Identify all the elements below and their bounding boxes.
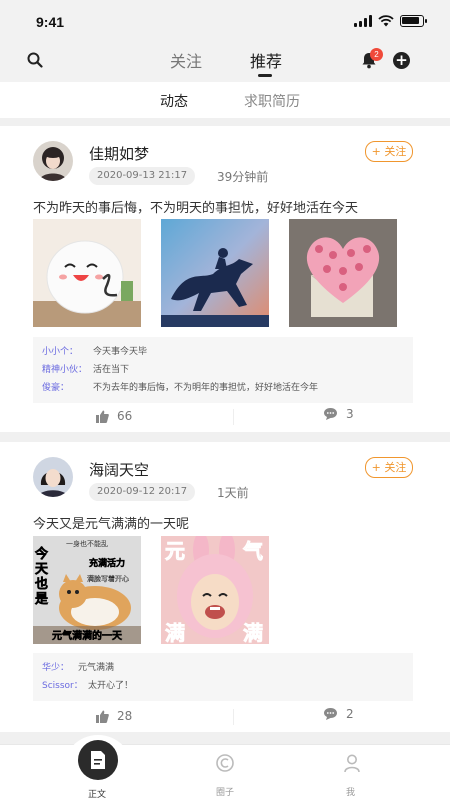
comment-list: 小小个： 今天事今天毕 精神小伙： 活在当下 俊豪： 不为去年的事后悔，不为明年的事担… bbox=[33, 337, 413, 403]
post-time-ago: 1天前 bbox=[217, 486, 249, 500]
active-tab-indicator bbox=[258, 74, 272, 77]
meme-caption-char: 满 bbox=[165, 621, 185, 644]
search-icon[interactable] bbox=[27, 52, 43, 68]
signal-icon bbox=[354, 15, 372, 27]
post-date: 2020-09-13 21:17 bbox=[89, 167, 196, 185]
system-icons bbox=[354, 15, 427, 27]
post-actions: 66 3 bbox=[0, 405, 450, 431]
username[interactable]: 海阔天空 bbox=[89, 459, 149, 480]
comment-count: 3 bbox=[346, 407, 354, 421]
meme-caption-bottom: 元气满满的一天 bbox=[52, 629, 123, 642]
meme-caption-right: 满脸写着开心 bbox=[87, 574, 129, 583]
like-button[interactable]: 28 bbox=[96, 709, 132, 723]
comment-item[interactable]: 俊豪： 不为去年的事后悔，不为明年的事担忧，好好地活在今年 bbox=[42, 379, 404, 397]
post-photo-cat-meme[interactable]: 一身也不能乱 今 天 也 是 充满活力 满脸写着开心 元气满满的一天 bbox=[33, 536, 141, 644]
comment-button[interactable]: 3 bbox=[323, 407, 354, 421]
user-icon[interactable] bbox=[342, 753, 362, 773]
comment-icon bbox=[324, 408, 337, 420]
post-photo-child-bunny-hat[interactable]: 元 气 满 满 bbox=[161, 536, 269, 644]
username[interactable]: 佳期如梦 bbox=[89, 143, 149, 164]
wifi-icon bbox=[378, 15, 394, 27]
post-time-ago: 39分钟前 bbox=[217, 170, 269, 184]
thumbs-up-icon bbox=[96, 410, 109, 423]
status-time: 9:41 bbox=[36, 14, 65, 30]
post-card: 佳期如梦 2020-09-13 21:17 39分钟前 + 关注 不为昨天的事后… bbox=[0, 126, 450, 432]
comment-item[interactable]: 华少： 元气满满 bbox=[42, 659, 404, 677]
subtab-feed[interactable]: 动态 bbox=[160, 91, 188, 111]
post-content: 不为昨天的事后悔，不为明天的事担忧，好好地活在今天 bbox=[33, 201, 359, 216]
tab-main-button[interactable] bbox=[78, 740, 118, 780]
comment-icon bbox=[324, 708, 337, 720]
status-bar: 9:41 bbox=[0, 0, 450, 44]
divider bbox=[233, 409, 234, 425]
top-nav: 关注 推荐 2 + bbox=[0, 44, 450, 82]
thumbs-up-icon bbox=[96, 710, 109, 723]
post-photo-horse-rider[interactable] bbox=[161, 219, 269, 327]
meme-caption-top: 一身也不能乱 bbox=[66, 539, 108, 548]
circle-icon[interactable] bbox=[215, 753, 235, 773]
post-date: 2020-09-12 20:17 bbox=[89, 483, 196, 501]
comment-item[interactable]: 精神小伙： 活在当下 bbox=[42, 361, 404, 379]
post-actions: 28 2 bbox=[0, 705, 450, 731]
meme-caption-char: 天 bbox=[35, 562, 49, 577]
meme-caption-char: 今 bbox=[34, 546, 49, 562]
tab-label-me[interactable]: 我 bbox=[346, 785, 355, 798]
like-count: 66 bbox=[117, 409, 133, 423]
notification-badge: 2 bbox=[370, 48, 383, 61]
follow-button[interactable]: + 关注 bbox=[365, 141, 413, 162]
avatar[interactable] bbox=[33, 141, 73, 181]
add-icon[interactable]: + bbox=[393, 52, 410, 69]
battery-icon bbox=[400, 15, 427, 27]
meme-caption-char: 元 bbox=[165, 539, 185, 563]
comment-item[interactable]: Scissor： 太开心了！ bbox=[42, 677, 404, 695]
comment-count: 2 bbox=[346, 707, 354, 721]
post-card: 海阔天空 2020-09-12 20:17 1天前 + 关注 今天又是元气满满的… bbox=[0, 442, 450, 732]
meme-caption-right: 充满活力 bbox=[89, 557, 125, 569]
meme-caption-char: 气 bbox=[242, 539, 263, 563]
comment-item[interactable]: 小小个： 今天事今天毕 bbox=[42, 343, 404, 361]
like-count: 28 bbox=[117, 709, 133, 723]
avatar[interactable] bbox=[33, 457, 73, 497]
sub-tabs: 动态 求职简历 bbox=[0, 82, 450, 118]
divider bbox=[233, 709, 234, 725]
post-photo-smiling-cushion[interactable] bbox=[33, 219, 141, 327]
meme-caption-char: 满 bbox=[243, 621, 263, 644]
post-photo-flower-heart[interactable] bbox=[289, 219, 397, 327]
tab-label-circle[interactable]: 圈子 bbox=[216, 785, 234, 798]
tab-label-main[interactable]: 正文 bbox=[88, 787, 106, 800]
bottom-tab-bar: 正文 圈子 我 bbox=[0, 735, 450, 800]
document-icon bbox=[91, 751, 105, 769]
meme-caption-char: 也 bbox=[35, 576, 48, 592]
comment-button[interactable]: 2 bbox=[323, 707, 354, 721]
comment-list: 华少： 元气满满 Scissor： 太开心了！ bbox=[33, 653, 413, 701]
tab-following[interactable]: 关注 bbox=[170, 48, 202, 72]
follow-button[interactable]: + 关注 bbox=[365, 457, 413, 478]
meme-caption-char: 是 bbox=[34, 592, 49, 607]
tab-recommend[interactable]: 推荐 bbox=[250, 48, 282, 72]
like-button[interactable]: 66 bbox=[96, 409, 132, 423]
post-content: 今天又是元气满满的一天呢 bbox=[33, 517, 190, 532]
subtab-resume[interactable]: 求职简历 bbox=[244, 91, 300, 111]
